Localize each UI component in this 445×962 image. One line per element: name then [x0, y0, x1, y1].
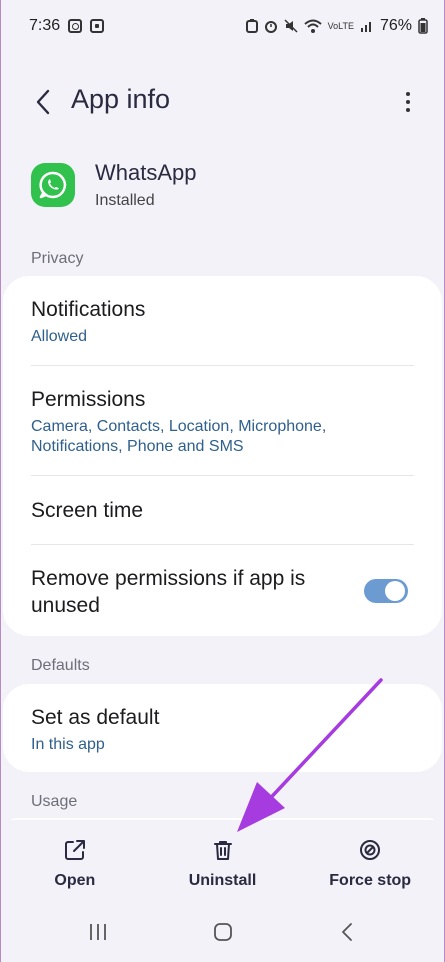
notifications-row[interactable]: Notifications Allowed	[31, 296, 414, 347]
permissions-row[interactable]: Permissions Camera, Contacts, Location, …	[31, 386, 414, 457]
notifications-title: Notifications	[31, 298, 146, 321]
back-button[interactable]	[27, 82, 59, 122]
set-as-default-title: Set as default	[31, 706, 160, 729]
divider	[31, 475, 414, 476]
defaults-card: Set as default In this app	[3, 684, 442, 772]
force-stop-label: Force stop	[329, 872, 412, 889]
privacy-card: Notifications Allowed Permissions Camera…	[3, 276, 442, 636]
divider	[31, 365, 414, 366]
section-label-privacy: Privacy	[31, 250, 84, 267]
screen-time-row[interactable]: Screen time	[31, 497, 414, 524]
app-header: WhatsApp Installed	[31, 160, 197, 210]
bottom-action-bar: Open Uninstall Force stop	[1, 820, 444, 900]
more-options-button[interactable]	[398, 84, 418, 120]
back-nav-button[interactable]	[327, 918, 367, 946]
uninstall-button[interactable]: Uninstall	[149, 820, 297, 900]
trash-icon	[213, 841, 232, 860]
screen-time-title: Screen time	[31, 499, 144, 522]
permissions-title: Permissions	[31, 388, 146, 411]
wifi-icon	[303, 19, 322, 33]
set-as-default-subtitle: In this app	[31, 736, 105, 753]
remove-permissions-row[interactable]: Remove permissions if app is unused	[31, 565, 342, 619]
block-icon	[360, 840, 381, 860]
recents-button[interactable]	[78, 918, 118, 946]
status-left: 7:36	[29, 17, 105, 35]
app-notification-icon	[90, 19, 105, 33]
status-right: VoLTE 76%	[245, 17, 428, 35]
open-label: Open	[54, 872, 96, 889]
app-bar: App info	[1, 78, 444, 126]
remove-permissions-toggle[interactable]	[364, 579, 408, 603]
set-as-default-row[interactable]: Set as default In this app	[31, 704, 414, 755]
app-name: WhatsApp	[95, 160, 197, 185]
system-nav-bar	[1, 906, 444, 956]
recents-icon	[90, 924, 106, 940]
page-title: App info	[71, 84, 171, 114]
open-button[interactable]: Open	[1, 820, 149, 900]
home-icon	[214, 923, 232, 941]
signal-icon	[360, 22, 371, 32]
alarm-icon	[264, 21, 277, 33]
force-stop-button[interactable]: Force stop	[296, 820, 444, 900]
uninstall-label: Uninstall	[188, 872, 257, 889]
back-arrow-icon	[36, 89, 50, 115]
app-install-status: Installed	[95, 192, 155, 209]
battery-icon	[418, 18, 428, 34]
toggle-knob	[385, 581, 405, 601]
divider	[31, 544, 414, 545]
more-vert-icon	[406, 92, 410, 96]
open-external-icon	[64, 840, 85, 860]
section-label-usage: Usage	[31, 793, 78, 810]
remove-permissions-title: Remove permissions if app is unused	[31, 567, 306, 617]
battery-percent: 76%	[379, 17, 412, 34]
battery-saver-icon	[245, 19, 258, 33]
home-button[interactable]	[203, 918, 243, 946]
mute-icon	[284, 19, 298, 33]
volte-indicator: VoLTE	[327, 20, 354, 31]
instagram-notification-icon	[68, 19, 83, 33]
status-bar: 7:36 VoLTE 76%	[1, 0, 444, 52]
whatsapp-icon	[31, 163, 75, 207]
section-label-defaults: Defaults	[31, 657, 90, 674]
permissions-subtitle: Camera, Contacts, Location, Microphone, …	[31, 418, 327, 455]
back-nav-icon	[342, 923, 352, 941]
notifications-subtitle: Allowed	[31, 328, 88, 345]
status-time: 7:36	[29, 17, 61, 34]
